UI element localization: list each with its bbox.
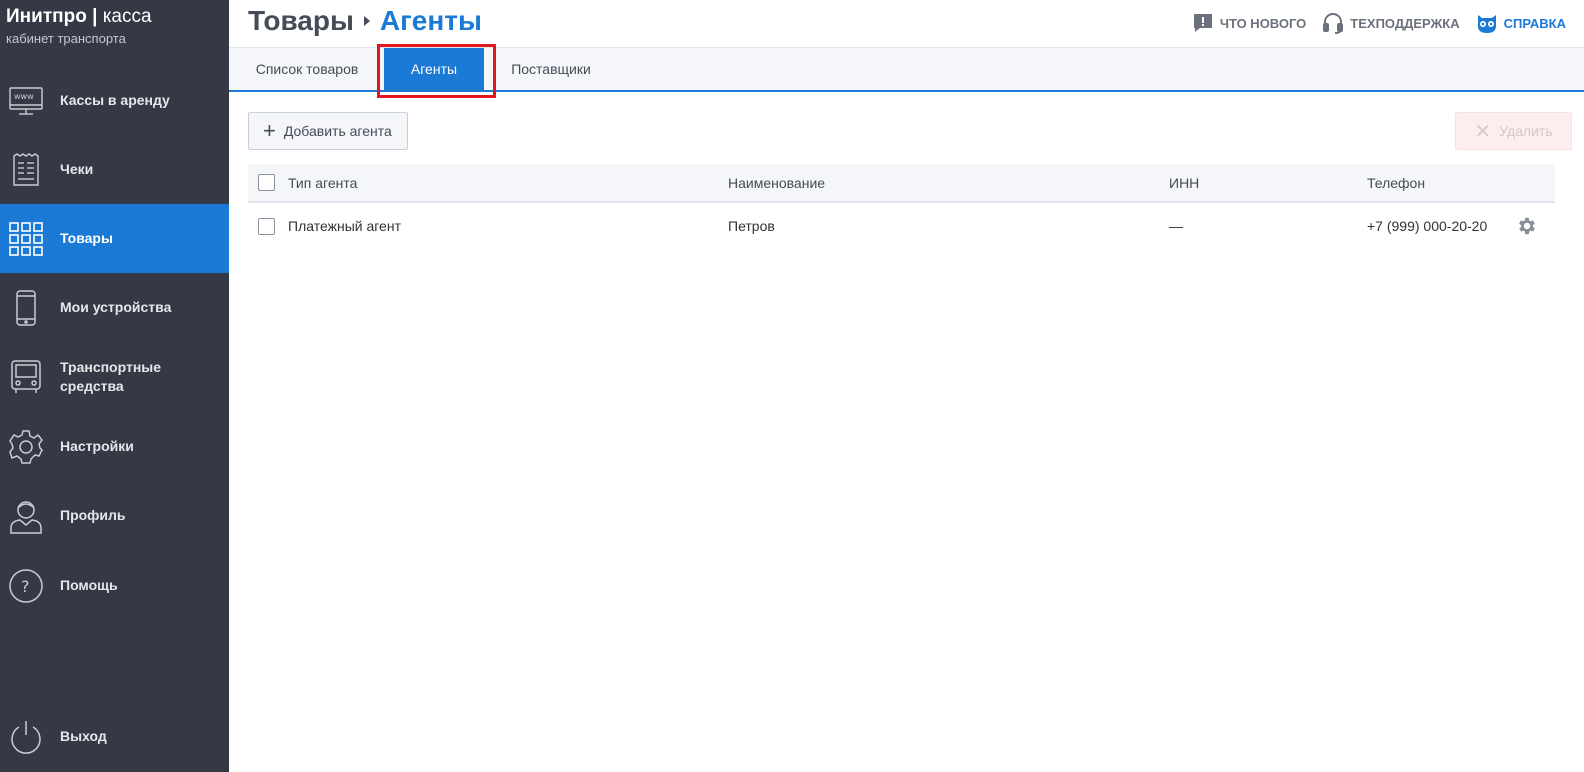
sidebar-item-label: Настройки	[60, 438, 134, 454]
brand-separator: |	[92, 6, 98, 27]
sidebar-item-devices[interactable]: Мои устройства	[0, 273, 229, 342]
support-label: ТЕХПОДДЕРЖКА	[1350, 15, 1460, 31]
breadcrumb-arrow-icon	[363, 16, 370, 26]
page-title: Агенты	[379, 5, 482, 36]
column-header-phone[interactable]: Телефон	[1367, 164, 1425, 201]
phone-icon	[7, 289, 45, 327]
gear-icon	[1519, 217, 1535, 235]
sidebar-item-help[interactable]: ? Помощь	[0, 551, 229, 620]
cell-agent-type: Платежный агент	[288, 218, 401, 234]
logout-button[interactable]: Выход	[0, 702, 229, 771]
brand-subtitle: кабинет транспорта	[6, 31, 126, 46]
sidebar-item-label: Транспортные средства	[60, 358, 162, 394]
column-header-type[interactable]: Тип агента	[288, 164, 357, 201]
close-icon: ✕	[1474, 120, 1492, 143]
sidebar-item-profile[interactable]: Профиль	[0, 481, 229, 550]
gear-icon	[7, 428, 45, 466]
sidebar-item-label: Профиль	[60, 507, 126, 523]
brand-title: Инитпро | касса	[6, 6, 229, 28]
help-link[interactable]: СПРАВКА	[1476, 12, 1566, 34]
cell-agent-name: Петров	[728, 218, 775, 234]
cell-agent-phone: +7 (999) 000-20-20	[1367, 218, 1488, 234]
sidebar-item-label: Помощь	[60, 577, 118, 593]
table-row[interactable]: Платежный агент Петров — +7 (999) 000-20…	[248, 203, 1555, 249]
row-checkbox[interactable]	[258, 217, 275, 235]
receipt-icon	[7, 151, 45, 189]
sidebar-item-goods[interactable]: Товары	[0, 204, 229, 273]
plus-icon: +	[263, 118, 276, 143]
grid-icon	[7, 220, 45, 258]
sidebar-item-label: Кассы в аренду	[60, 92, 170, 108]
sidebar-item-vehicles[interactable]: Транспортные средства	[0, 342, 229, 411]
delete-label: Удалить	[1499, 123, 1553, 139]
app: Инитпро | касса кабинет транспорта www К…	[0, 0, 1584, 772]
sidebar-item-label: Чеки	[60, 161, 94, 177]
add-agent-button[interactable]: + Добавить агента	[248, 112, 408, 150]
sidebar-item-label: Товары	[60, 230, 113, 246]
tab-bar: Список товаров Агенты Поставщики	[229, 48, 1584, 92]
monitor-www-icon: www	[7, 82, 45, 120]
support-link[interactable]: ТЕХПОДДЕРЖКА	[1322, 12, 1460, 34]
help-label: СПРАВКА	[1503, 15, 1566, 31]
row-cell-select	[258, 203, 275, 249]
table-header: Тип агента Наименование ИНН Телефон	[248, 164, 1555, 203]
tab-suppliers[interactable]: Поставщики	[505, 48, 597, 90]
owl-icon	[1477, 15, 1496, 33]
header-cell-select	[258, 164, 275, 201]
topbar: Товары Агенты ЧТО НОВОГО ТЕХПОДДЕРЖКА СП…	[229, 0, 1584, 48]
column-header-name[interactable]: Наименование	[728, 164, 825, 201]
whats-new-link[interactable]: ЧТО НОВОГО	[1192, 12, 1306, 34]
svg-text:www: www	[14, 92, 34, 101]
select-all-checkbox[interactable]	[258, 174, 275, 191]
brand: Инитпро | касса кабинет транспорта	[0, 0, 229, 62]
sidebar-item-settings[interactable]: Настройки	[0, 412, 229, 481]
column-header-inn[interactable]: ИНН	[1169, 164, 1199, 201]
whats-new-label: ЧТО НОВОГО	[1219, 15, 1307, 31]
power-icon	[7, 718, 45, 756]
headset-icon	[1323, 13, 1344, 34]
speech-bubble-icon	[1193, 14, 1212, 32]
agents-table: Тип агента Наименование ИНН Телефон Плат…	[248, 164, 1555, 249]
row-settings-button[interactable]	[1516, 203, 1538, 249]
user-icon	[7, 497, 45, 535]
sidebar-item-receipts[interactable]: Чеки	[0, 135, 229, 204]
sidebar-item-rent[interactable]: www Кассы в аренду	[0, 66, 229, 135]
sidebar: Инитпро | касса кабинет транспорта www К…	[0, 0, 229, 772]
delete-button[interactable]: ✕ Удалить	[1455, 112, 1572, 150]
tab-goods-list[interactable]: Список товаров	[249, 48, 365, 90]
sidebar-item-label: Мои устройства	[60, 299, 172, 315]
svg-text:?: ?	[21, 577, 30, 596]
add-agent-label: Добавить агента	[283, 123, 392, 139]
breadcrumb-root[interactable]: Товары	[248, 5, 354, 37]
logout-label: Выход	[60, 728, 107, 744]
bus-icon	[7, 358, 45, 396]
brand-name-light: касса	[102, 6, 152, 27]
breadcrumb: Товары Агенты	[248, 5, 482, 37]
toolbar: + Добавить агента ✕ Удалить	[229, 92, 1584, 162]
cell-agent-inn: —	[1169, 218, 1183, 234]
tab-agents[interactable]: Агенты	[384, 48, 484, 90]
top-links: ЧТО НОВОГО ТЕХПОДДЕРЖКА СПРАВКА	[1176, 12, 1566, 34]
question-icon: ?	[7, 567, 45, 605]
main-content: Товары Агенты ЧТО НОВОГО ТЕХПОДДЕРЖКА СП…	[229, 0, 1584, 772]
brand-name-bold: Инитпро	[6, 6, 87, 27]
